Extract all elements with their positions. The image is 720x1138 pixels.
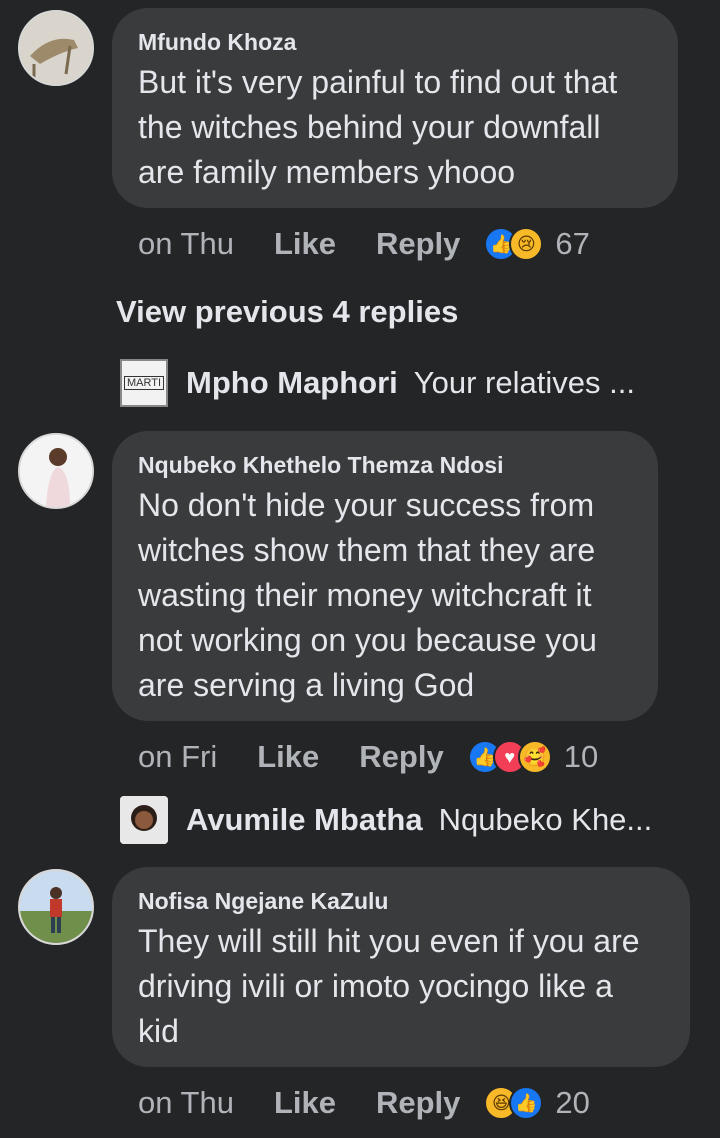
reply-preview[interactable]: Avumile Mbatha Nqubeko Khe... [120, 795, 652, 845]
avatar[interactable] [18, 10, 94, 86]
reaction-count: 20 [555, 1085, 590, 1120]
reply-avatar[interactable] [120, 796, 168, 844]
reaction-count: 10 [563, 739, 599, 774]
comment-text: No don't hide your success from witches … [138, 487, 597, 703]
avatar[interactable] [18, 433, 94, 509]
comment-text: They will still hit you even if you are … [138, 923, 640, 1049]
like-button[interactable]: Like [257, 739, 319, 775]
comment-author[interactable]: Nofisa Ngejane KaZulu [138, 887, 664, 915]
avatar-outdoor-image [20, 871, 92, 943]
reply-avatar-logo-text: MARTI [123, 376, 165, 390]
like-button[interactable]: Like [274, 1085, 336, 1121]
reply-preview[interactable]: MARTI Mpho Maphori Your relatives ... [120, 358, 635, 408]
comment-author[interactable]: Nqubeko Khethelo Themza Ndosi [138, 451, 632, 479]
comment-actions: on Thu Like Reply 😆 👍 20 [138, 1083, 590, 1123]
like-button[interactable]: Like [274, 226, 336, 262]
avatar[interactable] [18, 869, 94, 945]
comment-bubble: Nofisa Ngejane KaZulu They will still hi… [112, 867, 690, 1067]
reactions-summary[interactable]: 😆 👍 [484, 1086, 544, 1120]
view-previous-replies-link[interactable]: View previous 4 replies [116, 294, 458, 330]
comment-actions: on Thu Like Reply 👍 😢 67 [138, 224, 590, 264]
comment-text: But it's very painful to find out that t… [138, 64, 618, 190]
reaction-count: 67 [555, 226, 590, 261]
reply-avatar-image [120, 796, 168, 844]
like-reaction-icon: 👍 [509, 1086, 544, 1120]
care-reaction-icon: 🥰 [517, 740, 552, 774]
avatar-person-image [20, 435, 92, 507]
reactions-summary[interactable]: 👍 ♥ 🥰 [467, 740, 552, 774]
reply-author[interactable]: Mpho Maphori [186, 365, 398, 401]
comment-author[interactable]: Mfundo Khoza [138, 28, 652, 56]
comment-actions: on Fri Like Reply 👍 ♥ 🥰 10 [138, 737, 598, 777]
reply-avatar[interactable]: MARTI [120, 359, 168, 407]
comment-time[interactable]: on Thu [138, 226, 234, 262]
sad-reaction-icon: 😢 [509, 227, 544, 261]
reply-author[interactable]: Avumile Mbatha [186, 802, 423, 838]
comment-bubble: Mfundo Khoza But it's very painful to fi… [112, 8, 678, 208]
reply-preview-text: Your relatives ... [413, 365, 635, 400]
comment-bubble: Nqubeko Khethelo Themza Ndosi No don't h… [112, 431, 658, 721]
avatar-shoe-image [20, 12, 92, 84]
reactions-summary[interactable]: 👍 😢 [484, 227, 544, 261]
comment-time[interactable]: on Fri [138, 739, 217, 775]
comment-time[interactable]: on Thu [138, 1085, 234, 1121]
reply-button[interactable]: Reply [359, 739, 443, 775]
reply-button[interactable]: Reply [376, 226, 460, 262]
reply-preview-text: Nqubeko Khe... [438, 802, 653, 837]
reply-button[interactable]: Reply [376, 1085, 460, 1121]
